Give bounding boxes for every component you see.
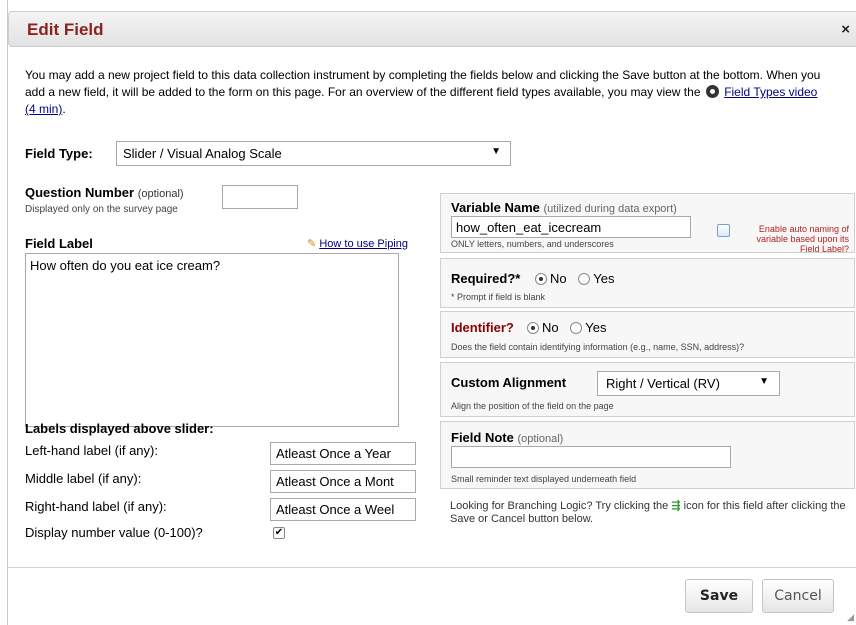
alignment-select[interactable]: Right / Vertical (RV) ▼ <box>597 371 780 396</box>
film-reel-icon <box>705 85 719 98</box>
intro-end: . <box>62 102 66 116</box>
required-radio-group: No Yes <box>535 271 622 286</box>
resize-handle-icon[interactable]: ◢ <box>847 612 854 623</box>
display-number-label: Display number value (0-100)? <box>25 525 203 540</box>
intro-body: You may add a new project field to this … <box>25 68 821 99</box>
required-yes-radio[interactable] <box>578 273 591 285</box>
edit-field-dialog: Edit Field × You may add a new project f… <box>7 0 856 625</box>
middle-label-text: Middle label (if any): <box>25 471 142 486</box>
identifier-no-label: No <box>542 320 559 335</box>
required-no-label: No <box>550 271 567 286</box>
variable-name-box: Variable Name (utilized during data expo… <box>440 193 855 254</box>
cancel-button[interactable]: Cancel <box>762 579 834 613</box>
alignment-box: Custom Alignment Right / Vertical (RV) ▼… <box>440 362 855 417</box>
display-number-checkbox[interactable]: ✔ <box>273 527 285 539</box>
field-label-textarea[interactable]: How often do you eat ice cream? <box>25 253 399 427</box>
alignment-sub: Align the position of the field on the p… <box>451 401 614 411</box>
piping-link[interactable]: ✎ How to use Piping <box>307 237 408 250</box>
field-note-box: Field Note (optional) Small reminder tex… <box>440 421 855 489</box>
dialog-titlebar[interactable]: Edit Field × <box>8 11 856 47</box>
branching-logic-icon: ⇶ <box>671 500 681 512</box>
identifier-yes-radio[interactable] <box>570 322 583 334</box>
auto-naming-checkbox[interactable] <box>717 224 730 237</box>
variable-name-sub: ONLY letters, numbers, and underscores <box>451 239 614 249</box>
required-sub: * Prompt if field is blank <box>451 292 546 302</box>
field-note-input[interactable] <box>451 446 731 468</box>
right-label-text: Right-hand label (if any): <box>25 499 167 514</box>
question-number-label: Question Number (optional) <box>25 185 184 200</box>
alignment-value: Right / Vertical (RV) <box>606 376 720 391</box>
chevron-down-icon: ▼ <box>491 146 501 157</box>
question-number-sub: Displayed only on the survey page <box>25 204 178 215</box>
required-no-radio[interactable] <box>535 273 547 285</box>
middle-label-input[interactable]: Atleast Once a Mont <box>270 470 416 493</box>
left-label-input[interactable]: Atleast Once a Year <box>270 442 416 465</box>
variable-name-label: Variable Name (utilized during data expo… <box>451 200 677 215</box>
identifier-label: Identifier? <box>451 320 514 335</box>
identifier-radio-group: No Yes <box>527 320 614 335</box>
variable-name-input[interactable]: how_often_eat_icecream <box>451 216 691 238</box>
footer-divider <box>8 567 856 568</box>
field-note-sub: Small reminder text displayed underneath… <box>451 474 637 484</box>
save-button[interactable]: Save <box>685 579 753 613</box>
branching-hint: Looking for Branching Logic? Try clickin… <box>450 500 846 525</box>
field-label-title: Field Label <box>25 236 93 251</box>
identifier-yes-label: Yes <box>585 320 607 335</box>
intro-text: You may add a new project field to this … <box>25 67 825 118</box>
pencil-icon: ✎ <box>307 238 317 250</box>
chevron-down-icon: ▼ <box>759 376 769 387</box>
identifier-no-radio[interactable] <box>527 322 539 334</box>
required-box: Required?* No Yes * Prompt if field is b… <box>440 258 855 308</box>
left-label-text: Left-hand label (if any): <box>25 443 158 458</box>
right-label-input[interactable]: Atleast Once a Weel <box>270 498 416 521</box>
field-type-value: Slider / Visual Analog Scale <box>123 146 282 161</box>
close-icon[interactable]: × <box>841 21 850 38</box>
slider-labels-title: Labels displayed above slider: <box>25 421 214 436</box>
field-note-label: Field Note (optional) <box>451 430 564 445</box>
field-type-label: Field Type: <box>25 146 93 161</box>
question-number-input[interactable] <box>222 185 298 209</box>
auto-naming-text: Enable auto naming of variable based upo… <box>756 224 849 254</box>
identifier-sub: Does the field contain identifying infor… <box>451 342 745 352</box>
required-yes-label: Yes <box>593 271 615 286</box>
required-label: Required?* <box>451 271 521 286</box>
alignment-label: Custom Alignment <box>451 375 567 390</box>
identifier-box: Identifier? No Yes Does the field contai… <box>440 311 855 358</box>
field-type-select[interactable]: Slider / Visual Analog Scale ▼ <box>116 141 511 166</box>
dialog-title: Edit Field <box>27 20 104 39</box>
